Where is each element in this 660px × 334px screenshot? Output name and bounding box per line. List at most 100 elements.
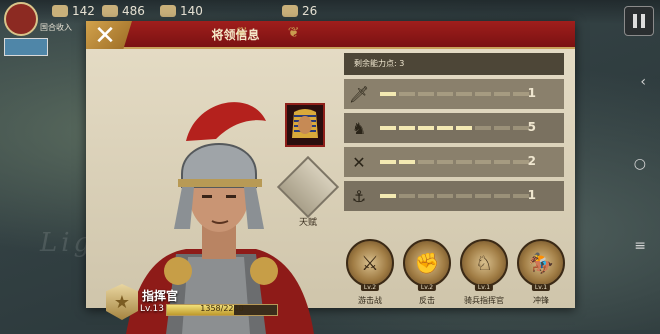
stat-pip bbox=[513, 194, 529, 198]
hud-stat-4: 26 bbox=[282, 4, 317, 18]
stat-pip bbox=[494, 92, 510, 96]
stat-pip bbox=[380, 92, 396, 96]
stat-value: 1 bbox=[527, 188, 536, 202]
stat-pip bbox=[494, 160, 510, 164]
rank-star-icon: ★ bbox=[106, 284, 138, 320]
stat-row[interactable]: ⚓ 1 bbox=[344, 181, 564, 211]
stats-panel: 剩余能力点: 3 🗡 1 ♞ 5 ✕ 2 ⚓ 1 bbox=[344, 53, 564, 211]
stat-pip bbox=[437, 194, 453, 198]
income-label: 国合收入 bbox=[40, 23, 72, 32]
pharaoh-skill-icon[interactable] bbox=[285, 103, 325, 147]
portrait-helmet-crest bbox=[186, 102, 266, 141]
crossbow-icon: ✕ bbox=[352, 152, 366, 172]
general-info-dialog: ❦❦ 将领信息 ✕ ★ 指挥官 Lv.13 1358/2240 天赋 剩余能力点… bbox=[86, 21, 575, 334]
pause-button[interactable] bbox=[624, 6, 654, 36]
ability-icon[interactable]: ♘ Lv.1 bbox=[460, 239, 508, 291]
hud-stat-2: 486 bbox=[102, 4, 145, 18]
sword-icon: 🗡 bbox=[348, 84, 370, 104]
income-flag bbox=[4, 38, 48, 56]
portrait-shoulder-left bbox=[164, 257, 192, 285]
hud-stat-1-value: 142 bbox=[72, 4, 95, 18]
player-avatar[interactable] bbox=[4, 2, 38, 36]
stat-pip bbox=[380, 160, 396, 164]
portrait-cheekguard-right bbox=[244, 187, 264, 229]
ability-name: 游击战 bbox=[358, 296, 382, 305]
stat-pip bbox=[399, 126, 415, 130]
stat-pip bbox=[513, 160, 529, 164]
stat-row[interactable]: ♞ 5 bbox=[344, 113, 564, 143]
stat-row[interactable]: 🗡 1 bbox=[344, 79, 564, 109]
stat-pip bbox=[456, 92, 472, 96]
stat-pip bbox=[456, 126, 472, 130]
stat-value: 2 bbox=[527, 154, 536, 168]
portrait-helmet-rim bbox=[178, 179, 262, 187]
stat-pip bbox=[437, 160, 453, 164]
pharaoh-icon bbox=[292, 109, 318, 138]
stat-pip bbox=[475, 92, 491, 96]
stat-pips bbox=[380, 194, 529, 198]
portrait-cheekguard-left bbox=[174, 187, 194, 229]
stat-pip bbox=[475, 160, 491, 164]
portrait-shoulder-right bbox=[250, 257, 278, 285]
stat-pip bbox=[418, 92, 434, 96]
hud-stat-1: 142 bbox=[52, 4, 95, 18]
stat-pip bbox=[380, 126, 396, 130]
stat-pip bbox=[380, 194, 396, 198]
stat-pip bbox=[513, 126, 529, 130]
horse-icon: ♞ bbox=[351, 118, 367, 138]
general-level: Lv.13 bbox=[140, 304, 164, 314]
stat-pip bbox=[418, 126, 434, 130]
ability-name: 反击 bbox=[419, 296, 435, 305]
stat-value: 5 bbox=[527, 120, 536, 134]
stat-row[interactable]: ✕ 2 bbox=[344, 147, 564, 177]
grain-icon bbox=[102, 5, 118, 17]
stat-pip bbox=[475, 126, 491, 130]
ability-icon[interactable]: 🏇 Lv.1 bbox=[517, 239, 565, 291]
ability-level: Lv.2 bbox=[417, 284, 437, 291]
portrait-eye-right bbox=[226, 195, 236, 198]
ability-points-header: 剩余能力点: 3 bbox=[344, 53, 564, 75]
stat-pip bbox=[456, 194, 472, 198]
hud-stat-4-value: 26 bbox=[302, 4, 318, 18]
dialog-title: 将领信息 bbox=[211, 28, 260, 42]
nav-home-icon[interactable]: ○ bbox=[634, 156, 646, 172]
ability-name: 冲锋 bbox=[533, 296, 549, 305]
stat-pip bbox=[437, 126, 453, 130]
stat-pips bbox=[380, 160, 529, 164]
ability-level: Lv.2 bbox=[360, 284, 380, 291]
ability-emblem-icon: ✊ bbox=[414, 251, 440, 275]
ability-emblem-icon: ⚔ bbox=[361, 251, 379, 275]
ability-name: 骑兵指挥官 bbox=[464, 296, 504, 305]
stat-pip bbox=[513, 92, 529, 96]
stat-pip bbox=[399, 160, 415, 164]
stat-pips bbox=[380, 92, 529, 96]
turn-icon bbox=[282, 5, 298, 17]
stat-pip bbox=[399, 92, 415, 96]
coin-icon bbox=[52, 5, 68, 17]
nav-back-icon[interactable]: ‹ bbox=[640, 74, 646, 90]
dialog-body: ★ 指挥官 Lv.13 1358/2240 天赋 剩余能力点: 3 🗡 1 ♞ 5 ✕ 2… bbox=[86, 49, 575, 334]
ability-level: Lv.1 bbox=[531, 284, 551, 291]
talent-label: 天赋 bbox=[298, 218, 317, 228]
ability-icon[interactable]: ✊ Lv.2 bbox=[403, 239, 451, 291]
stat-pip bbox=[494, 126, 510, 130]
hud-stat-3-value: 140 bbox=[180, 4, 203, 18]
stat-value: 1 bbox=[527, 86, 536, 100]
ability-icon[interactable]: ⚔ Lv.2 bbox=[346, 239, 394, 291]
ability-emblem-icon: 🏇 bbox=[528, 251, 554, 275]
stat-pip bbox=[437, 92, 453, 96]
stat-pip bbox=[418, 160, 434, 164]
stat-pip bbox=[456, 160, 472, 164]
stat-rows: 🗡 1 ♞ 5 ✕ 2 ⚓ 1 bbox=[344, 79, 564, 211]
ability-level: Lv.1 bbox=[474, 284, 494, 291]
stat-pips bbox=[380, 126, 529, 130]
xp-bar: 1358/2240 bbox=[166, 304, 278, 316]
anchor-icon: ⚓ bbox=[351, 186, 367, 206]
nav-recents-icon[interactable]: ≡ bbox=[634, 238, 646, 254]
rank-name: 指挥官 bbox=[142, 289, 179, 303]
ability-emblem-icon: ♘ bbox=[475, 251, 493, 275]
pause-bar-icon bbox=[633, 14, 637, 28]
stat-pip bbox=[399, 194, 415, 198]
dialog-titlebar: ❦❦ 将领信息 bbox=[86, 21, 575, 49]
stat-pip bbox=[475, 194, 491, 198]
